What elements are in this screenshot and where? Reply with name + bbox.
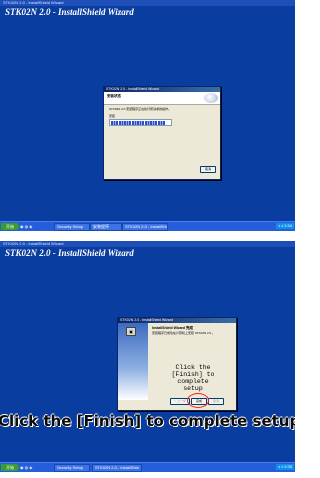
wizard-side-panel: ▣ <box>118 323 148 400</box>
header-title: 安装状态 <box>107 94 121 98</box>
desktop-title: STK02N 2.0 - InstallShield Wizard <box>5 7 134 17</box>
taskbar-button-security[interactable]: Security Setup <box>54 464 90 472</box>
install-complete-dialog: STK02N 2.0 - InstallShield Wizard ▣ Inst… <box>117 317 237 411</box>
dialog-header: 安装状态 <box>104 92 220 105</box>
progress-label: 安装 <box>109 114 116 118</box>
quick-launch-icons[interactable]: ◉ ◍ ◈ <box>20 224 32 229</box>
caption-text: STK02N 2.0 - InstallShield Wizard <box>3 0 64 5</box>
taskbar-button-security[interactable]: Security Setup <box>54 223 90 231</box>
cancel-button[interactable]: 取消 <box>200 166 216 173</box>
taskbar-button-wizard[interactable]: STK02N 2.0 - InstallShie <box>92 464 142 472</box>
taskbar-button-wizard[interactable]: STK02N 2.0 - InstallShie <box>122 223 168 231</box>
taskbar: 开始 ◉ ◍ ◈ Security Setup 安装程序 STK02N 2.0 … <box>0 221 295 231</box>
progress-bar <box>109 119 172 126</box>
taskbar: 开始 ◉ ◍ ◈ Security Setup STK02N 2.0 - Ins… <box>0 462 295 472</box>
finish-text: 安装程序已成功在计算机上安装 STK02N 2.0 。 <box>152 331 216 335</box>
system-tray: ◐◑ 2:34 <box>276 223 294 229</box>
quick-launch-icons[interactable]: ◉ ◍ ◈ <box>20 465 32 470</box>
status-text: STK02N 2.0 安装程序正在执行所请求的操作。 <box>109 107 172 111</box>
instruction-banner: Click the [Finish] to complete setup <box>0 412 295 430</box>
finish-callout: Click the [Finish] to complete setup <box>171 364 215 392</box>
caption-text: STK02N 2.0 - InstallShield Wizard <box>3 241 64 246</box>
desktop-title: STK02N 2.0 - InstallShield Wizard <box>5 248 134 258</box>
screens-separator <box>0 231 295 241</box>
caption-bar: STK02N 2.0 - InstallShield Wizard <box>0 241 295 247</box>
finish-highlight-circle <box>187 393 209 408</box>
system-tray: ◐◑ 2:35 <box>276 464 294 470</box>
cancel-button[interactable]: 取消 <box>208 398 224 405</box>
start-button[interactable]: 开始 <box>1 223 19 230</box>
installer-logo-icon <box>204 93 218 103</box>
start-button[interactable]: 开始 <box>1 464 19 471</box>
install-progress-dialog: STK02N 2.0 - InstallShield Wizard 安装状态 S… <box>103 86 221 180</box>
progress-fill <box>110 120 165 125</box>
caption-bar: STK02N 2.0 - InstallShield Wizard <box>0 0 295 6</box>
screenshot-installing: STK02N 2.0 - InstallShield Wizard STK02N… <box>0 0 295 231</box>
taskbar-button-setup[interactable]: 安装程序 <box>90 223 122 231</box>
screenshot-finish: STK02N 2.0 - InstallShield Wizard STK02N… <box>0 241 295 472</box>
computer-icon: ▣ <box>126 327 136 336</box>
